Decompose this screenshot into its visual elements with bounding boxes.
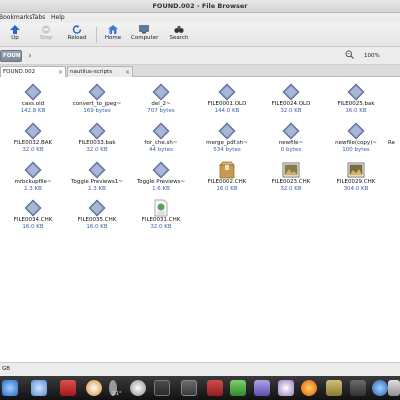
temperature-readout: 21° xyxy=(112,391,122,397)
settings-icon[interactable] xyxy=(278,380,294,396)
generic-file-icon xyxy=(152,161,170,179)
file-item[interactable]: del_2~ 707 bytes xyxy=(128,83,194,115)
window-title: FOUND.002 - File Browser xyxy=(0,0,400,13)
generic-file-icon xyxy=(88,83,106,101)
player-icon[interactable] xyxy=(350,380,366,396)
file-item[interactable]: merge_pdf.sh~ 534 bytes xyxy=(194,122,260,154)
file-item[interactable]: cass.old 142.8 KB xyxy=(0,83,66,115)
reload-icon xyxy=(72,25,82,34)
pidgin-icon[interactable] xyxy=(254,380,270,396)
tab-nautilus-scripts[interactable]: nautilus-scripts × xyxy=(67,66,133,77)
files-icon[interactable] xyxy=(326,380,342,396)
home-icon xyxy=(108,25,118,34)
file-item[interactable]: newfile~ 0 bytes xyxy=(258,122,324,154)
status-bar: GB xyxy=(0,362,400,376)
image-file-icon xyxy=(347,162,365,178)
system-monitor-icon[interactable] xyxy=(230,380,246,396)
generic-file-icon xyxy=(24,122,42,140)
search-button[interactable]: Search xyxy=(166,25,192,45)
file-item[interactable]: Toggle Previews1~ 1.3 KB xyxy=(64,161,130,193)
taskbar: 21° xyxy=(0,376,400,400)
menu-bookmarks[interactable]: Bookmarks xyxy=(0,13,33,23)
menubar: Bookmarks Tabs Help xyxy=(0,13,400,23)
computer-icon xyxy=(139,25,149,34)
path-button-found002[interactable]: FOUND.002 xyxy=(0,50,22,62)
toolbar-separator xyxy=(96,27,97,43)
tab-bar: FOUND.002 × nautilus-scripts × xyxy=(0,65,400,77)
generic-file-icon xyxy=(282,83,300,101)
file-item[interactable]: FILE0024.OLD 32.0 KB xyxy=(258,83,324,115)
generic-file-icon xyxy=(218,122,236,140)
stop-button[interactable]: Stop xyxy=(33,25,59,45)
magnifier-icon[interactable] xyxy=(31,380,47,396)
clock-icon[interactable] xyxy=(86,380,102,396)
tray-icon[interactable] xyxy=(388,380,400,396)
menu-help[interactable]: Help xyxy=(51,13,65,23)
media-icon[interactable] xyxy=(207,380,223,396)
monitor-icon[interactable] xyxy=(181,380,197,396)
app-menu-icon[interactable] xyxy=(2,380,18,396)
generic-file-icon xyxy=(24,83,42,101)
file-item[interactable]: FILE0002.CHK 16.0 KB xyxy=(194,161,260,193)
text-file-icon xyxy=(154,199,168,217)
network-icon[interactable] xyxy=(372,380,388,396)
file-item[interactable]: mrbckupfile~ 1.3 KB xyxy=(0,161,66,193)
file-item[interactable]: FILE0025.bak 16.0 KB xyxy=(323,83,389,115)
file-item[interactable]: FILE0001.OLD 144.0 KB xyxy=(194,83,260,115)
file-icon-view: cass.old 142.8 KB convert_to_jpeg~ 169 b… xyxy=(0,77,400,362)
stop-icon xyxy=(42,25,50,34)
file-item[interactable]: FILE0023.CHK 32.0 KB xyxy=(258,161,324,193)
generic-file-icon xyxy=(88,122,106,140)
file-item[interactable]: FILE0032.BAK 32.0 KB xyxy=(0,122,66,154)
up-arrow-icon xyxy=(10,25,20,34)
terminal-icon[interactable] xyxy=(154,380,170,396)
generic-file-icon xyxy=(282,122,300,140)
generic-file-icon xyxy=(347,83,365,101)
computer-button[interactable]: Computer xyxy=(131,25,158,45)
file-item[interactable]: FILE0029.CHK 304.0 KB xyxy=(323,161,389,193)
reload-button[interactable]: Reload xyxy=(64,25,90,45)
file-item[interactable]: convert_to_jpeg~ 169 bytes xyxy=(64,83,130,115)
generic-file-icon xyxy=(24,199,42,217)
tab-found002[interactable]: FOUND.002 × xyxy=(0,66,66,77)
generic-file-icon xyxy=(24,161,42,179)
app-launcher-icon[interactable] xyxy=(60,380,76,396)
file-item[interactable]: for_che.sh~ 44 bytes xyxy=(128,122,194,154)
file-item[interactable]: FILE0035.CHK 16.0 KB xyxy=(64,199,130,231)
path-nav-right-arrow-icon[interactable]: › xyxy=(24,50,36,62)
menu-tabs[interactable]: Tabs xyxy=(32,13,45,23)
generic-file-icon xyxy=(152,83,170,101)
image-file-icon xyxy=(282,162,300,178)
generic-file-icon xyxy=(347,122,365,140)
toolbar: Up Stop Reload Home Computer Search xyxy=(0,23,400,47)
binoculars-icon xyxy=(174,26,184,33)
file-item[interactable]: FILE0033.bak 32.0 KB xyxy=(64,122,130,154)
home-button[interactable]: Home xyxy=(100,25,126,45)
file-item[interactable]: Toggle Previews~ 1.6 KB xyxy=(128,161,194,193)
file-item[interactable]: FILE0031.CHK 32.0 KB xyxy=(128,199,194,231)
firefox-icon[interactable] xyxy=(301,380,317,396)
file-item[interactable]: FILE0034.CHK 16.0 KB xyxy=(0,199,66,231)
zoom-out-icon[interactable] xyxy=(343,50,355,62)
file-item[interactable]: newfile(copy)~ 100 bytes xyxy=(323,122,389,154)
archive-file-icon xyxy=(219,161,235,179)
file-item-partial[interactable]: Re xyxy=(388,122,400,147)
generic-file-icon xyxy=(152,122,170,140)
globe-icon[interactable] xyxy=(130,380,146,396)
generic-file-icon xyxy=(218,83,236,101)
generic-file-icon xyxy=(88,199,106,217)
location-bar: FOUND.002 › 100% xyxy=(0,47,400,65)
generic-file-icon xyxy=(88,161,106,179)
zoom-level: 100% xyxy=(364,53,380,59)
up-button[interactable]: Up xyxy=(2,25,28,45)
